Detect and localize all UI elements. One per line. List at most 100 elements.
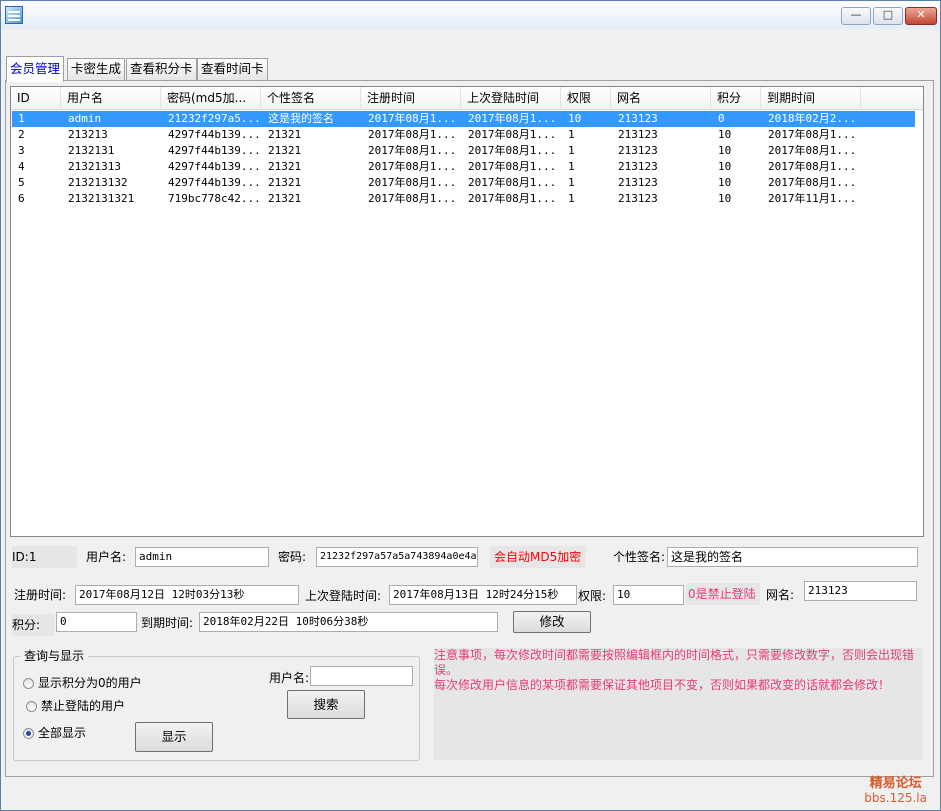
column-header[interactable]: 上次登陆时间 bbox=[461, 87, 561, 109]
username-label: 用户名: bbox=[86, 550, 127, 564]
table-row[interactable]: 6 2132131321 719bc778c42... 21321 2017年08月1.… bbox=[12, 191, 915, 207]
tab-card-generate[interactable]: 卡密生成 bbox=[67, 58, 126, 80]
close-button[interactable]: ✕ bbox=[905, 7, 937, 25]
table-cell: 213123 bbox=[618, 160, 658, 173]
radio-show-all-label[interactable]: 全部显示 bbox=[38, 723, 86, 743]
query-username-input[interactable] bbox=[310, 666, 413, 686]
tab-member-management[interactable]: 会员管理 bbox=[6, 56, 65, 82]
column-header[interactable]: 注册时间 bbox=[361, 87, 461, 109]
table-cell: 1 bbox=[18, 112, 25, 125]
column-header[interactable]: 用户名 bbox=[61, 87, 161, 109]
search-button[interactable]: 搜索 bbox=[287, 690, 365, 719]
table-cell: 2017年08月1... bbox=[468, 176, 557, 189]
id-label: ID: bbox=[12, 550, 29, 564]
last-login-field[interactable]: 2017年08月13日 12时24分15秒 bbox=[389, 585, 577, 605]
radio-show-all[interactable] bbox=[23, 728, 34, 739]
column-header[interactable]: 到期时间 bbox=[761, 87, 861, 109]
nickname-field[interactable]: 213123 bbox=[804, 581, 917, 601]
table-cell: 213123 bbox=[618, 128, 658, 141]
password-field[interactable]: 21232f297a57a5a743894a0e4a bbox=[316, 547, 478, 567]
table-cell: 10 bbox=[718, 144, 732, 157]
table-cell: 2017年08月1... bbox=[468, 112, 557, 125]
signature-label: 个性签名: bbox=[613, 550, 666, 564]
table-cell: admin bbox=[68, 112, 102, 125]
table-cell: 21321 bbox=[268, 160, 302, 173]
table-cell: 10 bbox=[568, 112, 582, 125]
table-row[interactable]: 3 2132131 4297f44b139... 21321 2017年08月1... 2… bbox=[12, 143, 915, 159]
table-cell: 2017年08月1... bbox=[368, 176, 457, 189]
minimize-button[interactable]: — bbox=[841, 7, 871, 25]
permission-field[interactable]: 10 bbox=[613, 585, 684, 605]
column-header[interactable]: 权限 bbox=[561, 87, 611, 109]
column-header[interactable]: ID bbox=[11, 87, 61, 109]
username-field[interactable]: admin bbox=[135, 547, 269, 567]
radio-zero-points[interactable] bbox=[23, 678, 34, 689]
table-cell: 21321 bbox=[268, 128, 302, 141]
table-row[interactable]: 1 admin 21232f297a5... 这是我的签名 2017年08月1... 20… bbox=[12, 111, 915, 127]
table-cell: 21321 bbox=[268, 176, 302, 189]
table-cell: 5 bbox=[18, 176, 25, 189]
permission-label: 权限: bbox=[578, 589, 607, 603]
table-cell: 10 bbox=[718, 192, 732, 205]
show-button[interactable]: 显示 bbox=[135, 722, 213, 752]
table-cell: 2132131321 bbox=[68, 192, 135, 205]
reg-time-field[interactable]: 2017年08月12日 12时03分13秒 bbox=[75, 585, 299, 605]
table-cell: 2017年08月1... bbox=[768, 144, 857, 157]
tab-points-cards[interactable]: 查看积分卡 bbox=[126, 58, 197, 80]
expire-field[interactable]: 2018年02月22日 10时06分38秒 bbox=[199, 612, 498, 632]
notice-panel: 注意事项，每次修改时间都需要按照编辑框内的时间格式，只需要修改数字，否则会出现错… bbox=[434, 648, 923, 760]
points-label: 积分: bbox=[12, 614, 54, 636]
column-header[interactable]: 网名 bbox=[611, 87, 711, 109]
table-cell: 6 bbox=[18, 192, 25, 205]
table-cell: 2017年08月1... bbox=[768, 176, 857, 189]
modify-button[interactable]: 修改 bbox=[513, 611, 591, 633]
table-cell: 213123 bbox=[618, 192, 658, 205]
table-cell: 2 bbox=[18, 128, 25, 141]
reg-time-label: 注册时间: bbox=[14, 588, 67, 602]
table-cell: 2017年08月1... bbox=[368, 128, 457, 141]
permission-note: 0是禁止登陆 bbox=[686, 583, 760, 605]
table-cell: 2132131 bbox=[68, 144, 115, 157]
table-cell: 0 bbox=[718, 112, 725, 125]
app-icon bbox=[5, 6, 23, 24]
maximize-button[interactable]: □ bbox=[873, 7, 903, 25]
table-cell: 213123 bbox=[618, 144, 658, 157]
forum-watermark: 精易论坛 bbs.125.la bbox=[864, 776, 927, 806]
table-cell: 1 bbox=[568, 192, 575, 205]
table-cell: 4297f44b139... bbox=[168, 128, 261, 141]
points-field[interactable]: 0 bbox=[56, 612, 137, 632]
watermark-name: 精易论坛 bbox=[869, 776, 922, 791]
radio-zero-points-label[interactable]: 显示积分为0的用户 bbox=[38, 673, 142, 693]
tab-time-cards[interactable]: 查看时间卡 bbox=[197, 58, 268, 80]
column-header[interactable]: 积分 bbox=[711, 87, 761, 109]
table-cell: 2017年08月1... bbox=[368, 112, 457, 125]
watermark-url: bbs.125.la bbox=[864, 791, 927, 805]
radio-banned[interactable] bbox=[26, 701, 37, 712]
radio-banned-label[interactable]: 禁止登陆的用户 bbox=[41, 696, 125, 716]
member-list-view[interactable]: ID 用户名 密码(md5加... 个性签名 注册时间 上次登陆时间 权限 网名 积分 到期时间 … bbox=[10, 86, 924, 537]
table-cell: 2017年08月1... bbox=[468, 192, 557, 205]
table-row[interactable]: 5 213213132 4297f44b139... 21321 2017年08月1..… bbox=[12, 175, 915, 191]
table-cell: 1 bbox=[568, 160, 575, 173]
table-cell: 213123 bbox=[618, 176, 658, 189]
table-cell: 3 bbox=[18, 144, 25, 157]
table-row[interactable]: 2 213213 4297f44b139... 21321 2017年08月1... 20… bbox=[12, 127, 915, 143]
notice-line-2: 每次修改用户信息的某项都需要保证其他项目不变，否则如果都改变的话就都会修改！ bbox=[434, 678, 891, 692]
table-cell: 4297f44b139... bbox=[168, 144, 261, 157]
id-value: 1 bbox=[28, 550, 37, 564]
table-cell: 2017年08月1... bbox=[368, 160, 457, 173]
column-header[interactable]: 密码(md5加... bbox=[161, 87, 261, 109]
notice-line-1: 注意事项，每次修改时间都需要按照编辑框内的时间格式，只需要修改数字，否则会出现错… bbox=[434, 648, 915, 677]
table-cell: 21321 bbox=[268, 144, 302, 157]
signature-field[interactable]: 这是我的签名 bbox=[667, 547, 918, 567]
query-username-label: 用户名: bbox=[269, 671, 310, 685]
last-login-label: 上次登陆时间: bbox=[305, 589, 382, 603]
id-label-box: ID:1 bbox=[12, 546, 77, 568]
table-cell: 2018年02月2... bbox=[768, 112, 857, 125]
column-header[interactable]: 个性签名 bbox=[261, 87, 361, 109]
table-row[interactable]: 4 21321313 4297f44b139... 21321 2017年08月1...… bbox=[12, 159, 915, 175]
table-cell: 2017年08月1... bbox=[468, 128, 557, 141]
table-cell: 这是我的签名 bbox=[268, 112, 334, 125]
table-cell: 4297f44b139... bbox=[168, 160, 261, 173]
title-bar[interactable]: — □ ✕ bbox=[1, 1, 940, 29]
